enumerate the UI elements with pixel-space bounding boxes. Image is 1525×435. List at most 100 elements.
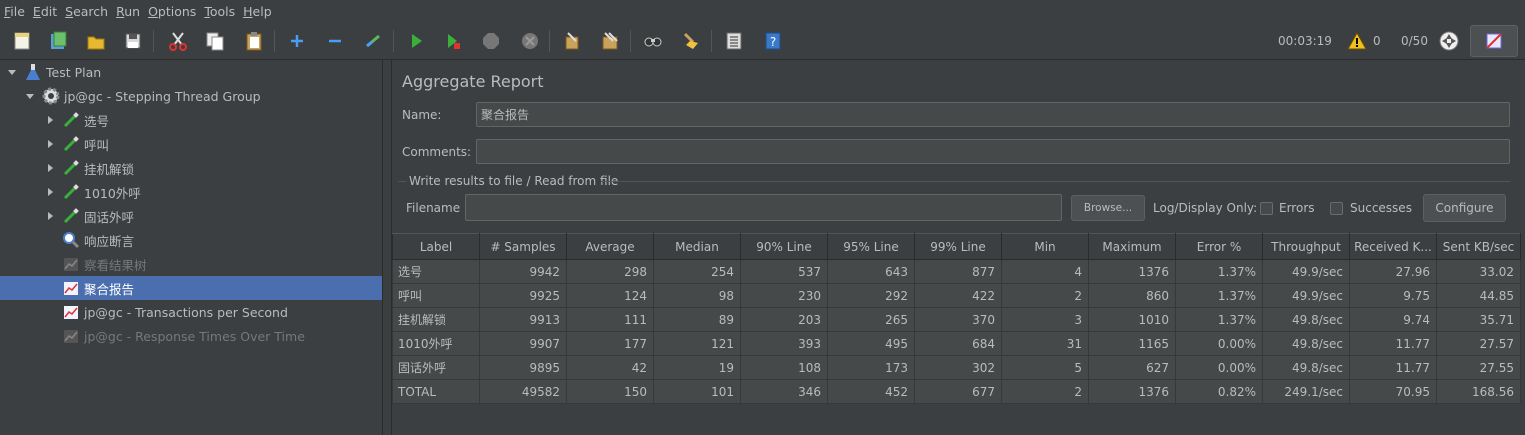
help-icon[interactable]: ? [760, 28, 786, 54]
cut-icon[interactable] [165, 28, 191, 54]
tree-node-assertion[interactable]: 响应断言 [0, 228, 382, 252]
table-cell: 677 [914, 379, 1002, 404]
shutdown-icon[interactable] [517, 28, 543, 54]
function-helper-icon[interactable] [721, 28, 747, 54]
chevron-right-icon[interactable] [44, 210, 56, 222]
open-icon[interactable] [83, 28, 109, 54]
tree-node-listener[interactable]: 察看结果树 [0, 252, 382, 276]
menu-run[interactable]: Run [116, 4, 140, 19]
remote-engines-icon[interactable] [1436, 28, 1462, 54]
table-cell: 70.95 [1349, 379, 1437, 404]
configure-button[interactable]: Configure [1423, 194, 1506, 222]
table-cell: 9942 [479, 259, 567, 284]
stop-icon[interactable] [478, 28, 504, 54]
save-icon[interactable] [120, 28, 146, 54]
warning-indicator[interactable]: 0 [1347, 22, 1381, 60]
chevron-right-icon[interactable] [44, 138, 56, 150]
chevron-right-icon[interactable] [44, 186, 56, 198]
table-row[interactable]: 选号 9942 298 254 537 643 877 4 1376 1.37% 49.9/sec 2… [392, 259, 1521, 284]
table-cell: 1165 [1088, 331, 1176, 356]
table-cell: 1010外呼 [392, 331, 480, 356]
menu-file[interactable]: File [4, 4, 25, 19]
tree-node-label: 察看结果树 [84, 257, 147, 273]
errors-checkbox[interactable] [1260, 202, 1273, 215]
search-icon[interactable] [640, 28, 666, 54]
tree-node-thread-group[interactable]: jp@gc - Stepping Thread Group [0, 84, 382, 108]
clear-all-icon[interactable] [597, 28, 623, 54]
menu-search[interactable]: Search [65, 4, 108, 19]
column-header[interactable]: 90% Line [740, 233, 828, 260]
column-header[interactable]: Median [653, 233, 741, 260]
group-border [601, 181, 1510, 182]
column-header[interactable]: Sent KB/sec [1436, 233, 1521, 260]
toggle-icon[interactable] [360, 28, 386, 54]
tree-node-sampler[interactable]: 选号 [0, 108, 382, 132]
table-cell: 495 [827, 331, 915, 356]
chevron-right-icon[interactable] [44, 162, 56, 174]
log-viewer-button[interactable] [1470, 25, 1518, 57]
table-row[interactable]: 固话外呼 9895 42 19 108 173 302 5 627 0.00% 49.8/sec 11… [392, 355, 1521, 380]
start-no-pauses-icon[interactable] [440, 28, 466, 54]
column-header[interactable]: Throughput [1262, 233, 1350, 260]
chevron-down-icon[interactable] [24, 90, 36, 102]
start-icon[interactable] [403, 28, 429, 54]
filename-label: Filename [406, 201, 461, 215]
table-cell: 9.75 [1349, 283, 1437, 308]
table-cell: 249.1/sec [1262, 379, 1350, 404]
expand-icon[interactable] [284, 28, 310, 54]
table-cell: 298 [566, 259, 654, 284]
new-icon[interactable] [9, 28, 35, 54]
menu-edit[interactable]: Edit [33, 4, 57, 19]
warning-icon [1347, 31, 1367, 50]
column-header[interactable]: Received K... [1349, 233, 1437, 260]
column-header[interactable]: Error % [1175, 233, 1263, 260]
comments-field[interactable] [476, 139, 1510, 164]
tree-node-test-plan[interactable]: Test Plan [0, 60, 382, 84]
table-row[interactable]: 呼叫 9925 124 98 230 292 422 2 860 1.37% 49.9/sec 9.7… [392, 283, 1521, 308]
toolbar-separator [711, 30, 712, 52]
templates-icon[interactable] [45, 28, 71, 54]
successes-checkbox[interactable] [1330, 202, 1343, 215]
table-cell: 177 [566, 331, 654, 356]
column-header[interactable]: 99% Line [914, 233, 1002, 260]
table-cell: 684 [914, 331, 1002, 356]
column-header[interactable]: Min [1001, 233, 1089, 260]
column-header[interactable]: Maximum [1088, 233, 1176, 260]
table-row[interactable]: 挂机解锁 9913 111 89 203 265 370 3 1010 1.37% 49.8/sec… [392, 307, 1521, 332]
menu-help[interactable]: Help [243, 4, 272, 19]
table-cell: 9913 [479, 307, 567, 332]
table-cell: 49582 [479, 379, 567, 404]
tree-node-listener[interactable]: jp@gc - Response Times Over Time [0, 324, 382, 348]
column-header[interactable]: Label [392, 233, 480, 260]
column-header[interactable]: # Samples [479, 233, 567, 260]
chevron-down-icon[interactable] [6, 66, 18, 78]
tree-node-listener[interactable]: jp@gc - Transactions per Second [0, 300, 382, 324]
menu-tools[interactable]: Tools [204, 4, 235, 19]
table-cell: 选号 [392, 259, 480, 284]
menu-options[interactable]: Options [148, 4, 196, 19]
tree-node-sampler[interactable]: 挂机解锁 [0, 156, 382, 180]
split-pane-divider[interactable] [383, 60, 392, 435]
column-header[interactable]: 95% Line [827, 233, 915, 260]
table-row[interactable]: TOTAL 49582 150 101 346 452 677 2 1376 0.82% 249.1… [392, 379, 1521, 404]
filename-field[interactable] [465, 194, 1062, 221]
reset-search-icon[interactable] [678, 28, 704, 54]
tree-node-sampler[interactable]: 1010外呼 [0, 180, 382, 204]
paste-icon[interactable] [241, 28, 267, 54]
table-cell: 302 [914, 355, 1002, 380]
copy-icon[interactable] [202, 28, 228, 54]
chevron-right-icon[interactable] [44, 114, 56, 126]
tree-node-sampler[interactable]: 固话外呼 [0, 204, 382, 228]
tree-node-sampler[interactable]: 呼叫 [0, 132, 382, 156]
tree-node-listener-selected[interactable]: 聚合报告 [0, 276, 382, 300]
table-cell: 11.77 [1349, 355, 1437, 380]
table-cell: 124 [566, 283, 654, 308]
collapse-icon[interactable] [322, 28, 348, 54]
table-cell: 230 [740, 283, 828, 308]
table-cell: 370 [914, 307, 1002, 332]
column-header[interactable]: Average [566, 233, 654, 260]
table-row[interactable]: 1010外呼 9907 177 121 393 495 684 31 1165 0.00% 49.8… [392, 331, 1521, 356]
name-field[interactable]: 聚合报告 [476, 102, 1510, 127]
clear-icon[interactable] [559, 28, 585, 54]
browse-button[interactable]: Browse... [1071, 195, 1145, 221]
